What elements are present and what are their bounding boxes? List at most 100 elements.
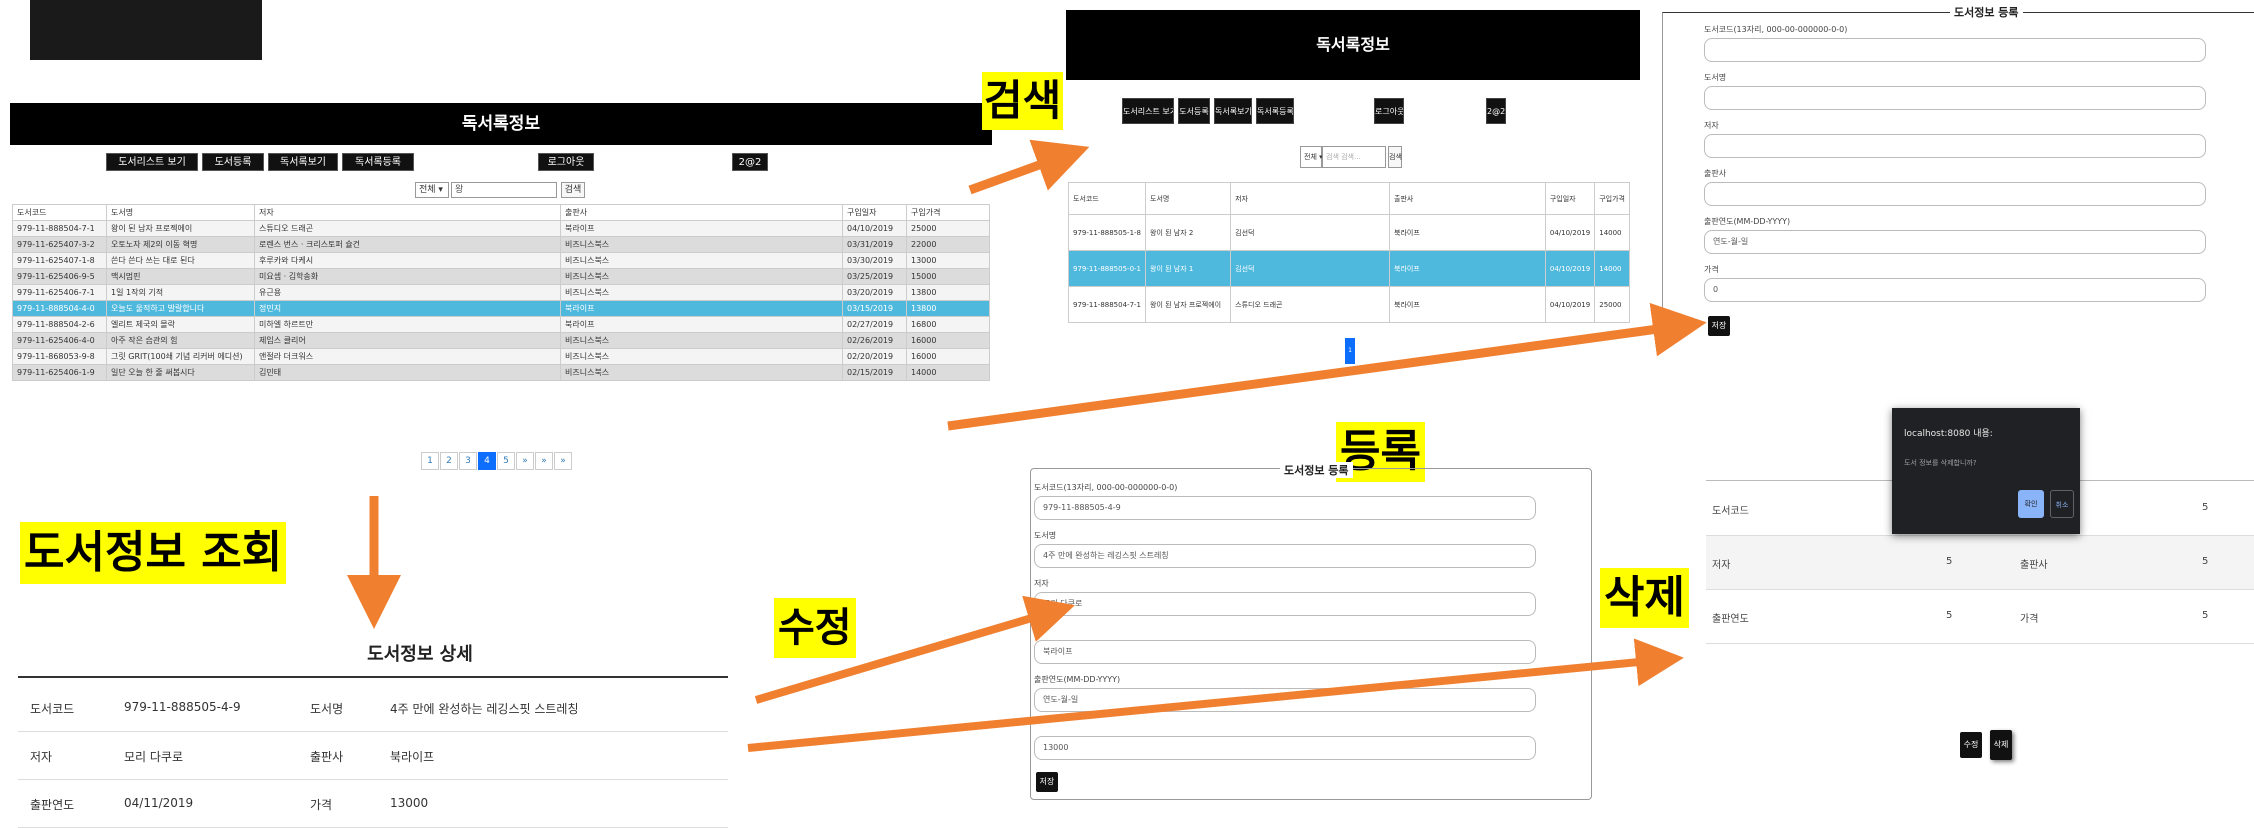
register-form-title: 도서정보 등록 (1950, 4, 2023, 20)
nav-book-register-button[interactable]: 도서등록 (1178, 98, 1210, 124)
table-cell: 비즈니스북스 (560, 236, 843, 253)
table-cell[interactable]: 오토노자 제2의 이동 혁명 (106, 236, 255, 253)
table-row[interactable]: 979-11-888504-7-1 왕이 된 남자 프로젝에이 스튜디오 드래곤 북라… (1067, 286, 1630, 323)
table-cell[interactable]: 왕이 된 남자 1 (1145, 250, 1232, 287)
form-field-input[interactable] (1704, 182, 2206, 206)
dialog-title: localhost:8080 내용: (1904, 429, 1993, 439)
edit-button[interactable]: 수정 (1960, 732, 1982, 758)
form-field-input[interactable]: 연도-월-일 (1034, 688, 1536, 712)
table-cell[interactable]: 왕이 된 남자 2 (1145, 214, 1232, 251)
form-field-input[interactable]: 4주 만에 완성하는 레깅스핏 스트레칭 (1034, 544, 1536, 568)
page-link-active[interactable]: 4 (478, 452, 496, 470)
nav-logout-button[interactable]: 로그아웃 (1374, 98, 1404, 124)
table-cell: 22000 (906, 236, 990, 253)
dialog-ok-button[interactable]: 확인 (2018, 490, 2044, 518)
table-cell[interactable]: 엘리트 제국의 몰락 (106, 316, 255, 333)
page-link[interactable]: 5 (497, 452, 515, 470)
table-row[interactable]: 979-11-888505-0-1 왕이 된 남자 1 김선덕 북라이프 04/10/2… (1067, 250, 1630, 287)
table-row[interactable]: 979-11-625406-7-1 1일 1작의 기적 유근용 비즈니스북스 03/20… (12, 284, 990, 301)
detail-label: 출판연도 (1712, 614, 1749, 625)
page-link[interactable]: » (516, 452, 534, 470)
nav-review-register-button[interactable]: 독서록등록 (342, 153, 414, 171)
table-cell[interactable]: 일단 오늘 한 줄 써봅시다 (106, 364, 255, 381)
form-field-input[interactable] (1704, 86, 2206, 110)
label-edit: 수정 (774, 598, 856, 658)
form-field-label: 도서명 (1704, 73, 1727, 82)
detail-value: 04/11/2019 (124, 796, 194, 810)
table-row[interactable]: 979-11-625407-3-2 오토노자 제2의 이동 혁명 로렌스 번스 · … (12, 236, 990, 253)
table-cell: 14000 (1594, 250, 1630, 287)
form-field-input[interactable] (1704, 134, 2206, 158)
page-link[interactable]: » (554, 452, 572, 470)
col-header: 도서명 (106, 204, 255, 221)
table-row[interactable]: 979-11-625406-9-5 맥시멈핀 미요셉 · 김학송화 비즈니스북스 03/… (12, 268, 990, 285)
search-scope-select[interactable]: 전체 ▾ (1300, 146, 1323, 168)
page-link[interactable]: 1 (421, 452, 439, 470)
table-cell[interactable]: 그릿 GRIT(100쇄 기념 리커버 에디션) (106, 348, 255, 365)
detail-value: 5 (1946, 610, 1953, 621)
table-row[interactable]: 979-11-888505-1-8 왕이 된 남자 2 김선덕 북라이프 04/10/2… (1067, 214, 1630, 251)
nav-book-list-button[interactable]: 도서리스트 보기 (106, 153, 198, 171)
col-header: 구입가격 (906, 204, 990, 221)
search-input[interactable]: 왕 (451, 182, 557, 198)
nav-book-list-button[interactable]: 도서리스트 보기 (1122, 98, 1174, 124)
table-cell[interactable]: 왕이 된 남자 프로젝에이 (1145, 286, 1232, 323)
detail-label: 출판연도 (30, 798, 75, 812)
table-cell: 김민태 (254, 364, 561, 381)
nav-user-button[interactable]: 2@2 (732, 153, 768, 171)
form-field-input[interactable]: 0 (1704, 278, 2206, 302)
table-row[interactable]: 979-11-888504-7-1 왕이 된 남자 프로젝에이 스튜디오 드래곤 북라… (12, 220, 990, 237)
table-cell: 979-11-888504-4-0 (12, 300, 107, 317)
table-row[interactable]: 979-11-625406-1-9 일단 오늘 한 줄 써봅시다 김민태 비즈니스북스… (12, 364, 990, 381)
table-cell[interactable]: 왕이 된 남자 프로젝에이 (106, 220, 255, 237)
nav-review-register-button[interactable]: 독서록등록 (1256, 98, 1294, 124)
edit-save-button[interactable]: 저장 (1036, 772, 1058, 792)
table-cell: 03/30/2019 (842, 252, 907, 269)
nav-book-register-button[interactable]: 도서등록 (202, 153, 264, 171)
form-field-input[interactable]: 모리 다쿠로 (1034, 592, 1536, 616)
dialog-cancel-button[interactable]: 취소 (2050, 490, 2074, 518)
delete-button[interactable]: 삭제 (1990, 730, 2012, 760)
search-input[interactable]: 검색 검색... (1322, 146, 1386, 168)
table-cell: 02/27/2019 (842, 316, 907, 333)
search-scope-select[interactable]: 전체 ▾ (415, 182, 449, 198)
detail-value: 5 (2202, 610, 2209, 621)
table-cell: 979-11-625407-3-2 (12, 236, 107, 253)
detail-label: 출판사 (310, 750, 344, 764)
table-cell[interactable]: 쓴다 쓴다 쓰는 대로 된다 (106, 252, 255, 269)
table-cell: 03/20/2019 (842, 284, 907, 301)
table-row[interactable]: 979-11-888504-2-6 엘리트 제국의 몰락 미하엘 하르트만 북라이프 0… (12, 316, 990, 333)
form-field-input[interactable]: 북라이프 (1034, 640, 1536, 664)
form-field-input[interactable]: 연도-월-일 (1704, 230, 2206, 254)
page-link[interactable]: 2 (440, 452, 458, 470)
search-button[interactable]: 검색 (1388, 146, 1402, 168)
search-button[interactable]: 검색 (561, 182, 585, 198)
nav-review-list-button[interactable]: 독서록보기 (268, 153, 338, 171)
table-cell[interactable]: 1일 1작의 기적 (106, 284, 255, 301)
col-header: 저자 (254, 204, 561, 221)
nav-user-button[interactable]: 2@2 (1486, 98, 1506, 124)
register-save-button[interactable]: 저장 (1708, 316, 1730, 336)
col-header: 출판사 (560, 204, 843, 221)
table-row[interactable]: 979-11-625406-4-0 아주 작은 습관의 힘 제임스 클리어 비즈니스북… (12, 332, 990, 349)
page-link-active[interactable]: 1 (1345, 338, 1355, 364)
form-field-input[interactable]: 979-11-888505-4-9 (1034, 496, 1536, 520)
form-field-label: 도서코드(13자리, 000-00-000000-0-0) (1034, 483, 1178, 492)
table-cell[interactable]: 맥시멈핀 (106, 268, 255, 285)
page-link[interactable]: » (535, 452, 553, 470)
nav-logout-button[interactable]: 로그아웃 (538, 153, 594, 171)
table-row[interactable]: 979-11-888504-4-0 오늘도 울적하고 발랄합니다 정민지 북라이프 03… (12, 300, 990, 317)
table-cell[interactable]: 아주 작은 습관의 힘 (106, 332, 255, 349)
form-field-input[interactable] (1704, 38, 2206, 62)
search-result-table: 도서코드 도서명 저자 출판사 구입일자 구입가격 979-11-888505-… (1067, 182, 1630, 323)
page-link[interactable]: 3 (459, 452, 477, 470)
table-cell[interactable]: 오늘도 울적하고 발랄합니다 (106, 300, 255, 317)
table-cell: 03/25/2019 (842, 268, 907, 285)
table-row[interactable]: 979-11-625407-1-8 쓴다 쓴다 쓰는 대로 된다 후루카와 다케시 비… (12, 252, 990, 269)
table-row[interactable]: 979-11-868053-9-8 그릿 GRIT(100쇄 기념 리커버 에디션… (12, 348, 990, 365)
detail-title: 도서정보 상세 (367, 644, 473, 665)
form-field-label: 도서코드(13자리, 000-00-000000-0-0) (1704, 25, 1848, 34)
form-field-label: 도서명 (1034, 531, 1057, 540)
nav-review-list-button[interactable]: 독서록보기 (1214, 98, 1252, 124)
form-field-input[interactable]: 13000 (1034, 736, 1536, 760)
